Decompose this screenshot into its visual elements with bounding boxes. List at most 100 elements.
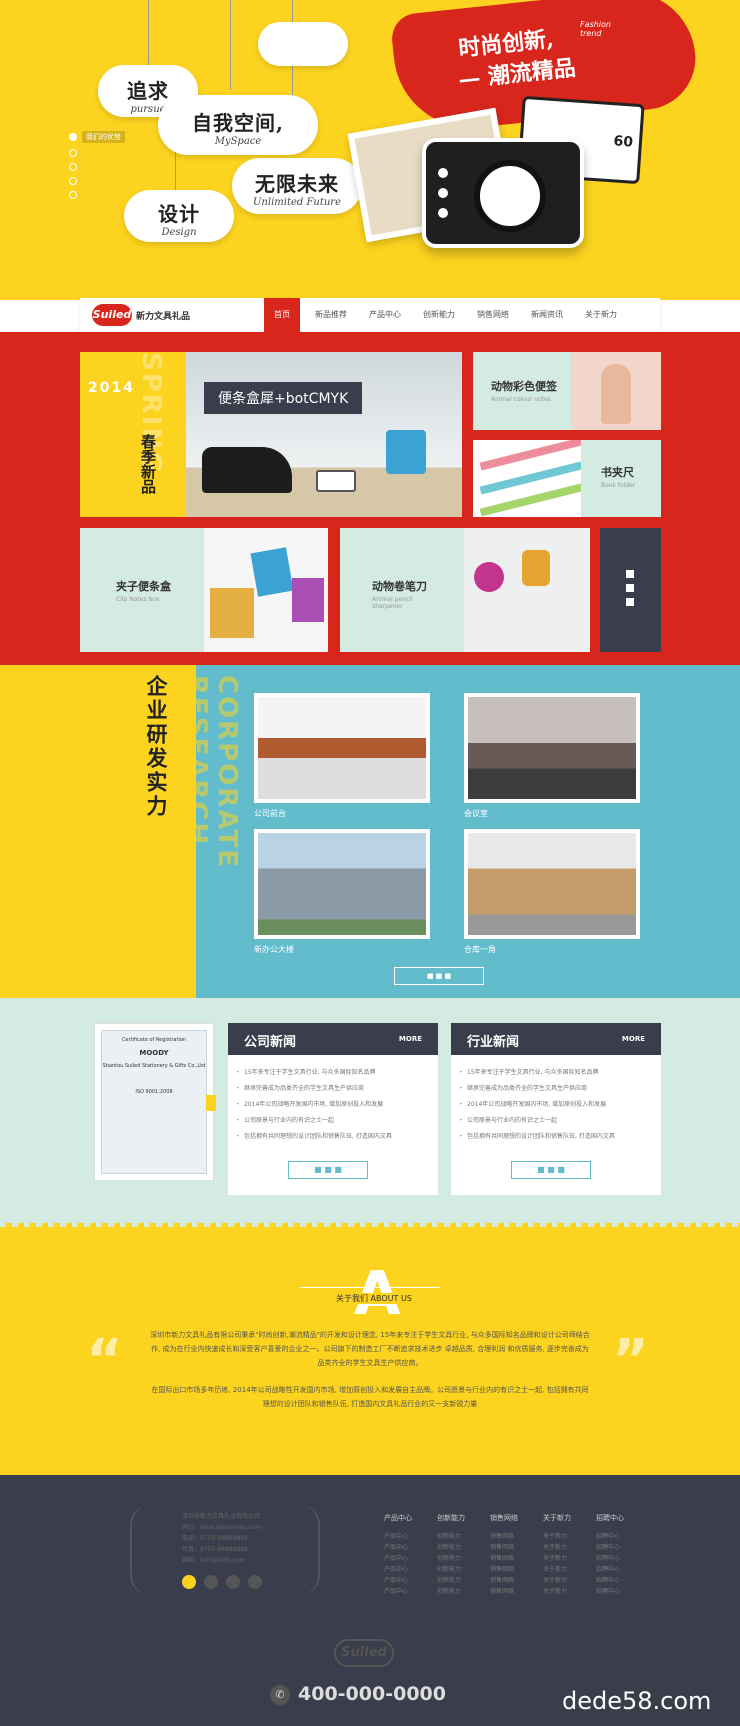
certificate-brand: MOODY [139, 1049, 169, 1057]
footer-link[interactable]: 销售网络 [490, 1542, 540, 1553]
nav-item-news[interactable]: 新闻资讯 [522, 298, 572, 332]
slide-dot-active[interactable] [69, 133, 77, 141]
contact-website[interactable]: 网址：www.lixinwenju.com [182, 1522, 312, 1533]
news-item[interactable]: 继承完善成为品类齐全的学生文具生产供应商 [228, 1081, 438, 1097]
industry-news-more[interactable]: MORE [622, 1035, 645, 1043]
slide-dot[interactable] [69, 163, 77, 171]
company-news-more-button[interactable]: ■ ■ ■ [288, 1161, 368, 1179]
clip-notes-image [204, 528, 328, 652]
photo-warehouse[interactable] [464, 829, 640, 939]
photo-reception[interactable] [254, 693, 430, 803]
footer-link[interactable]: 产品中心 [384, 1575, 434, 1586]
footer-link[interactable]: 关于新力 [543, 1586, 593, 1597]
contact-email[interactable]: 邮箱：lixin@lixin.com [182, 1555, 312, 1566]
footer-link[interactable]: 创新能力 [437, 1564, 487, 1575]
footer-link[interactable]: 销售网络 [490, 1531, 540, 1542]
footer-link[interactable]: 关于新力 [543, 1564, 593, 1575]
certificate-next-arrow[interactable] [206, 1095, 216, 1111]
products-section: SPRING 2014 春季新品 便条盒犀+botCMYK 动物彩色便签 Ani… [0, 332, 740, 665]
robot-figure [386, 430, 426, 474]
photo-office-building[interactable] [254, 829, 430, 939]
footer-link[interactable]: 销售网络 [490, 1586, 540, 1597]
footer-col-head[interactable]: 创新能力 [437, 1513, 487, 1523]
tile-clip-notes[interactable]: 夹子便条盒 Clip Notes box [80, 528, 328, 652]
cloud-design: 设计 Design [124, 190, 234, 242]
slide-dot[interactable] [69, 177, 77, 185]
footer-col-head[interactable]: 销售网络 [490, 1513, 540, 1523]
tile-animal-notes[interactable]: 动物彩色便签 Animal colour notes [473, 352, 661, 430]
industry-news-more-button[interactable]: ■ ■ ■ [511, 1161, 591, 1179]
footer-logo: Suiled [334, 1639, 394, 1667]
footer-link[interactable]: 招聘中心 [596, 1564, 646, 1575]
footer-link[interactable]: 创新能力 [437, 1575, 487, 1586]
footer-link[interactable]: 创新能力 [437, 1531, 487, 1542]
logo-text[interactable]: 新力文具礼品 [136, 309, 190, 322]
wechat-icon[interactable] [248, 1575, 262, 1589]
tile-pencil-sharpener[interactable]: 动物卷笔刀 Animal pencil sharpener [340, 528, 590, 652]
footer-link[interactable]: 招聘中心 [596, 1553, 646, 1564]
nav-item-innovation[interactable]: 创新能力 [414, 298, 464, 332]
news-item[interactable]: 包括拥有共同理想的设计团队和销售队伍, 打造国内文具 [451, 1129, 661, 1145]
logo-badge[interactable]: Suiled [92, 304, 132, 326]
footer-link[interactable]: 产品中心 [384, 1553, 434, 1564]
footer-link[interactable]: 销售网络 [490, 1575, 540, 1586]
footer-col-head[interactable]: 产品中心 [384, 1513, 434, 1523]
footer-col-head[interactable]: 招聘中心 [596, 1513, 646, 1523]
more-products-button[interactable] [600, 528, 661, 652]
tile-subtitle: Clip Notes box [116, 596, 160, 603]
slide-dot[interactable] [69, 191, 77, 199]
cassette-figure [316, 470, 356, 492]
footer-link[interactable]: 产品中心 [384, 1564, 434, 1575]
nav-item-about[interactable]: 关于新力 [576, 298, 626, 332]
nav-item-sales[interactable]: 销售网络 [468, 298, 518, 332]
news-item[interactable]: 继承完善成为品类齐全的学生文具生产供应商 [451, 1081, 661, 1097]
footer-link[interactable]: 销售网络 [490, 1553, 540, 1564]
industry-news-panel: 行业新闻 MORE 15年来专注于学生文具行业, 与众多国际知名品牌 继承完善成为… [451, 1023, 661, 1195]
footer: 深圳市新力文具礼品有限公司 网址：www.lixinwenju.com 电话：0… [0, 1475, 740, 1726]
footer-link[interactable]: 创新能力 [437, 1542, 487, 1553]
footer-link[interactable]: 产品中心 [384, 1542, 434, 1553]
weibo-icon[interactable] [182, 1575, 196, 1589]
news-item[interactable]: 2014年公司战略开发国内市场, 增加原创投入和发展 [451, 1097, 661, 1113]
news-item[interactable]: 公司原景与行业内的有识之士一起 [451, 1113, 661, 1129]
certificate-card[interactable]: Certificate of Registration MOODY Shanto… [94, 1023, 214, 1181]
footer-link[interactable]: 关于新力 [543, 1531, 593, 1542]
footer-link[interactable]: 产品中心 [384, 1531, 434, 1542]
news-item[interactable]: 15年来专注于学生文具行业, 与众多国际知名品牌 [228, 1065, 438, 1081]
photo-meeting-room[interactable] [464, 693, 640, 803]
footer-link[interactable]: 创新能力 [437, 1553, 487, 1564]
company-news-more[interactable]: MORE [399, 1035, 422, 1043]
nav-item-products[interactable]: 产品中心 [360, 298, 410, 332]
footer-link[interactable]: 关于新力 [543, 1553, 593, 1564]
footer-link[interactable]: 招聘中心 [596, 1531, 646, 1542]
tile-subtitle: Animal pencil sharpener [372, 596, 413, 610]
about-label: 关于我们 ABOUT US [332, 1293, 416, 1304]
footer-link[interactable]: 招聘中心 [596, 1542, 646, 1553]
footer-link[interactable]: 招聘中心 [596, 1586, 646, 1597]
footer-link[interactable]: 销售网络 [490, 1564, 540, 1575]
news-item[interactable]: 公司原景与行业内的有识之士一起 [228, 1113, 438, 1129]
footer-link[interactable]: 产品中心 [384, 1586, 434, 1597]
footer-link[interactable]: 关于新力 [543, 1575, 593, 1586]
slide-dot[interactable] [69, 149, 77, 157]
footer-col-products: 产品中心 产品中心 产品中心 产品中心 产品中心 产品中心 产品中心 [384, 1513, 434, 1597]
footer-col-head[interactable]: 关于新力 [543, 1513, 593, 1523]
nav-item-home[interactable]: 首页 [264, 298, 300, 332]
tile-book-ruler[interactable]: 书夹尺 Book folder [473, 440, 661, 517]
spring-feature-image[interactable]: 便条盒犀+botCMYK [186, 352, 462, 517]
tencent-weibo-icon[interactable] [204, 1575, 218, 1589]
cloud-myspace: 自我空间, MySpace [158, 95, 318, 155]
footer-link[interactable]: 创新能力 [437, 1586, 487, 1597]
news-item[interactable]: 包括拥有共同理想的设计团队和销售队伍, 打造国内文具 [228, 1129, 438, 1145]
research-blue-panel: CORPORATE RESEARCH 公司前台 会议室 新办公大楼 仓库一角 ■… [182, 665, 740, 998]
footer-col-about: 关于新力 关于新力 关于新力 关于新力 关于新力 关于新力 关于新力 [543, 1513, 593, 1597]
footer-link[interactable]: 招聘中心 [596, 1575, 646, 1586]
spring-feature-panel[interactable]: SPRING 2014 春季新品 [80, 352, 186, 517]
news-item[interactable]: 15年来专注于学生文具行业, 与众多国际知名品牌 [451, 1065, 661, 1081]
research-more-button[interactable]: ■ ■ ■ [394, 967, 484, 985]
nav-item-new[interactable]: 新品推荐 [306, 298, 356, 332]
renren-icon[interactable] [226, 1575, 240, 1589]
footer-link[interactable]: 关于新力 [543, 1542, 593, 1553]
rabbit-image [571, 352, 661, 430]
news-item[interactable]: 2014年公司战略开发国内市场, 增加原创投入和发展 [228, 1097, 438, 1113]
